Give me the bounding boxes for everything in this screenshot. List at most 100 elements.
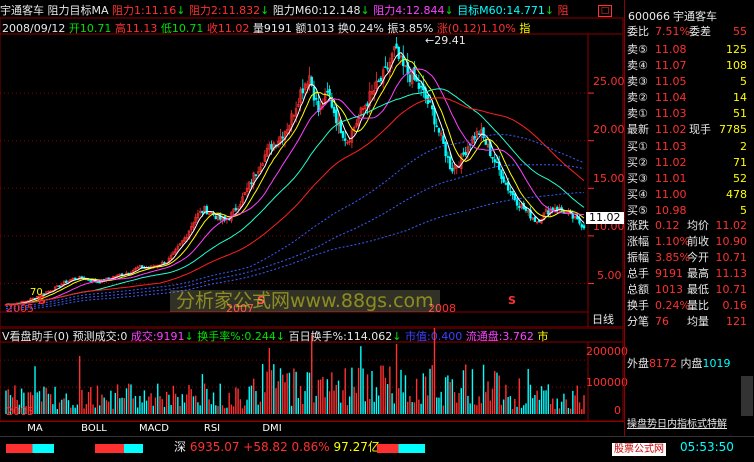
volume-bar bbox=[498, 375, 500, 414]
volume-bar bbox=[282, 374, 284, 414]
volume-bar bbox=[496, 372, 498, 414]
ohlc-open: 开10.71 bbox=[68, 22, 112, 35]
value: 3.85% bbox=[655, 251, 690, 264]
label: 卖④ bbox=[627, 59, 648, 72]
candle-body bbox=[448, 156, 452, 170]
volume-bar bbox=[157, 383, 159, 414]
volume-bar bbox=[85, 404, 88, 414]
quote-panel: 600066 宇通客车 委比 7.51% 委差 55 卖⑤ 11.08 125 卖④ 11.07… bbox=[624, 0, 754, 436]
volume-bar bbox=[527, 368, 529, 414]
volume-bar bbox=[116, 384, 119, 414]
sell-level-row: 卖③ 11.05 5 bbox=[625, 74, 751, 90]
price: 11.02 bbox=[655, 156, 687, 169]
value: 10.71 bbox=[715, 283, 748, 296]
volume-bar bbox=[489, 400, 491, 414]
candle-body bbox=[582, 225, 586, 229]
volume-bar bbox=[549, 403, 552, 414]
volume-bar bbox=[197, 402, 199, 414]
volume-bar bbox=[121, 397, 123, 414]
volume-bar bbox=[547, 384, 549, 414]
index-value: 6935.07 bbox=[189, 440, 240, 454]
candle-body bbox=[397, 46, 400, 59]
tab-boll[interactable]: BOLL bbox=[68, 423, 120, 435]
period-label[interactable]: 日线 bbox=[592, 313, 614, 326]
volume-bar bbox=[511, 408, 514, 414]
volume-bar bbox=[333, 390, 335, 414]
tab-macd[interactable]: MACD bbox=[128, 423, 180, 435]
label: 最新 bbox=[627, 123, 649, 136]
watermark: 分析家公式网www.88gs.com bbox=[170, 290, 440, 312]
volume-bar bbox=[177, 396, 179, 414]
candle-body bbox=[270, 144, 273, 150]
volume-bar bbox=[210, 404, 213, 414]
market-bar-icon bbox=[6, 444, 54, 453]
ma20-line bbox=[5, 68, 585, 305]
candle-body bbox=[491, 156, 494, 159]
volume-bar bbox=[293, 368, 295, 414]
volume-bar bbox=[346, 405, 349, 414]
y-tick-label: 25.00 bbox=[593, 75, 625, 88]
volume-bar bbox=[163, 406, 166, 414]
scrollbar[interactable] bbox=[741, 376, 753, 416]
candle-body bbox=[502, 176, 505, 183]
price: 11.08 bbox=[655, 43, 687, 56]
volume-bar bbox=[576, 385, 579, 414]
volume-bar bbox=[353, 386, 355, 414]
candle-body bbox=[201, 210, 204, 214]
stat-row: 涨跌 0.12 均价 11.02 bbox=[625, 218, 751, 234]
volume-bar bbox=[478, 396, 480, 414]
candles bbox=[4, 37, 586, 306]
volume-bar bbox=[482, 364, 485, 414]
volume-bar bbox=[558, 408, 561, 414]
volume-bar bbox=[507, 396, 509, 414]
volume-bar bbox=[415, 378, 418, 414]
volume-bar bbox=[101, 394, 103, 414]
volume-bar bbox=[460, 388, 462, 414]
status-bar: 深 6935.07 +58.82 0.86% 97.27亿 股票公式网 05:5… bbox=[0, 436, 754, 462]
volume-bar bbox=[485, 392, 487, 414]
tab-rsi[interactable]: RSI bbox=[186, 423, 238, 435]
candle-body bbox=[96, 281, 99, 283]
volume-bar bbox=[141, 402, 143, 414]
volume: 7785 bbox=[719, 123, 747, 136]
resist-tail: 阻 bbox=[557, 4, 569, 17]
candle-body bbox=[332, 107, 336, 114]
volume-bar bbox=[420, 403, 422, 414]
market-bar-icon bbox=[95, 444, 143, 453]
price-chart[interactable] bbox=[0, 0, 624, 328]
label: 卖③ bbox=[627, 75, 648, 88]
value: 55 bbox=[733, 25, 747, 38]
tab-dmi[interactable]: DMI bbox=[246, 423, 298, 435]
resist2-value: 阻力2:11.832 bbox=[188, 4, 261, 17]
candle-body bbox=[495, 161, 499, 164]
candle-body bbox=[65, 280, 68, 283]
volume-bar bbox=[203, 383, 206, 414]
volume-bar bbox=[322, 376, 324, 414]
window-restore-icon[interactable]: □ bbox=[598, 5, 612, 17]
volume-bar bbox=[299, 386, 302, 414]
site-badge[interactable]: 股票公式网 bbox=[612, 443, 666, 456]
volume: 108 bbox=[726, 59, 747, 72]
volume-bar bbox=[427, 395, 429, 414]
ohlc-turnover: 换0.24% bbox=[337, 22, 384, 35]
volume-bar bbox=[554, 408, 556, 414]
volume-bar bbox=[286, 373, 288, 414]
volume-bar bbox=[340, 402, 342, 414]
candle-body bbox=[335, 109, 338, 124]
stock-name: 宇通客车 bbox=[0, 4, 44, 17]
index-pct: 0.86% bbox=[291, 440, 330, 454]
volume-bar bbox=[442, 405, 445, 414]
tab-ma[interactable]: MA bbox=[9, 423, 61, 435]
volume-chart[interactable] bbox=[0, 328, 624, 422]
label: 买④ bbox=[627, 188, 648, 201]
candle-body bbox=[402, 55, 405, 67]
volume-bar bbox=[248, 386, 250, 414]
market-bar-icon bbox=[377, 444, 425, 453]
volume-bar bbox=[487, 381, 489, 414]
index-quote[interactable]: 深 6935.07 +58.82 0.86% 97.27亿 bbox=[174, 441, 380, 454]
volume-bar bbox=[373, 401, 375, 414]
volume-bar bbox=[206, 388, 208, 414]
indicator-explain-link[interactable]: 操盘势日内指标式特解 bbox=[627, 418, 727, 431]
volume-bar bbox=[451, 379, 454, 414]
candle-body bbox=[428, 100, 432, 103]
